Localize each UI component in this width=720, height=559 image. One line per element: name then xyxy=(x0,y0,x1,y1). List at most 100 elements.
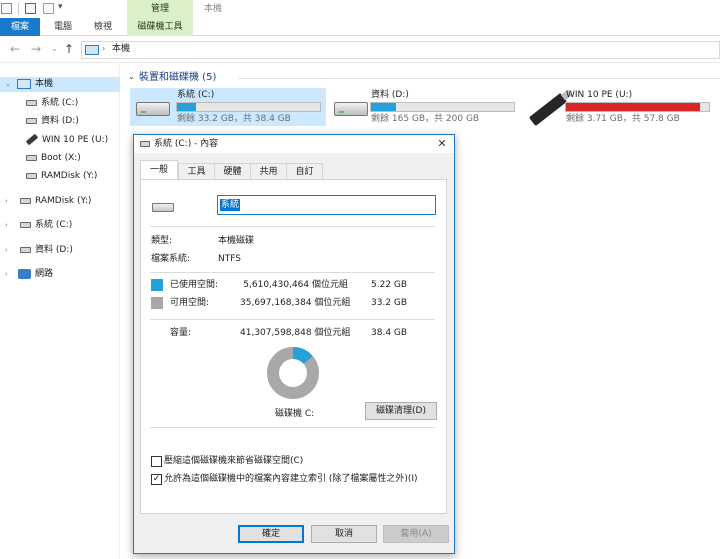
hard-drive-icon xyxy=(334,102,368,116)
free-space-bytes: 35,697,168,384 個位元組 xyxy=(240,298,351,308)
recent-locations-icon[interactable]: ⌄ xyxy=(51,42,58,56)
index-option-label[interactable]: 允許為這個磁碟機中的檔案內容建立索引 (除了檔案屬性之外)(I) xyxy=(164,474,418,485)
hard-drive-icon xyxy=(136,102,170,116)
drive-free-space: 剩餘 3.71 GB，共 57.8 GB xyxy=(566,114,680,124)
used-space-gb: 5.22 GB xyxy=(371,280,408,290)
up-arrow-icon[interactable]: ↑ xyxy=(64,42,74,56)
drive-usage-bar xyxy=(565,102,710,112)
new-folder-icon[interactable] xyxy=(43,3,54,14)
drive-label-input[interactable] xyxy=(217,195,436,215)
divider xyxy=(150,319,435,320)
address-bar[interactable] xyxy=(81,41,720,59)
free-space-gb: 33.2 GB xyxy=(371,298,408,308)
close-icon[interactable]: ✕ xyxy=(431,136,453,152)
quick-access-toolbar xyxy=(0,0,720,18)
drive-tile-win10pe-u[interactable]: WIN 10 PE (U:) 剩餘 3.71 GB，共 57.8 GB xyxy=(524,88,714,127)
chevron-right-icon[interactable]: › xyxy=(5,218,8,233)
nav-item-win10pe-u[interactable]: WIN 10 PE (U:) xyxy=(25,133,109,148)
properties-icon[interactable] xyxy=(25,3,36,14)
drive-icon xyxy=(20,246,31,253)
tab-hardware[interactable]: 硬體 xyxy=(214,163,251,179)
compress-option-label[interactable]: 壓縮這個磁碟機來節省磁碟空間(C) xyxy=(164,456,303,467)
drive-letter-label: 磁碟機 C: xyxy=(275,409,315,419)
nav-item-label: 網路 xyxy=(35,269,54,279)
usb-drive-icon xyxy=(25,133,39,146)
nav-item-label: 系統 (C:) xyxy=(35,220,73,230)
drive-name: 資料 (D:) xyxy=(371,90,409,100)
window-icon[interactable] xyxy=(1,3,12,14)
ok-button[interactable]: 確定 xyxy=(238,525,304,543)
drive-icon xyxy=(26,172,37,179)
nav-item-ramdisk-y-root[interactable]: › RAMDisk (Y:) xyxy=(0,194,120,209)
apply-button[interactable]: 套用(A) xyxy=(383,525,449,543)
breadcrumb-this-pc[interactable]: 本機 xyxy=(112,43,130,55)
drive-name: WIN 10 PE (U:) xyxy=(566,90,633,100)
computer-icon xyxy=(17,78,31,89)
type-value: 本機磁碟 xyxy=(218,236,255,246)
chevron-right-icon[interactable]: › xyxy=(5,243,8,258)
used-space-swatch xyxy=(151,279,163,291)
nav-item-network[interactable]: › 網路 xyxy=(0,267,120,282)
drive-label-selected-text[interactable]: 系統 xyxy=(220,199,241,211)
compress-checkbox[interactable] xyxy=(151,456,162,467)
chevron-right-icon[interactable]: › xyxy=(5,194,8,209)
drive-tile-system-c[interactable]: 系統 (C:) 剩餘 33.2 GB，共 38.4 GB xyxy=(130,88,326,126)
filesystem-label: 檔案系統: xyxy=(151,254,191,264)
used-space-bytes: 5,610,430,464 個位元組 xyxy=(243,280,348,290)
capacity-label: 容量: xyxy=(170,328,192,338)
nav-item-label: 資料 (D:) xyxy=(41,116,79,126)
nav-item-label: RAMDisk (Y:) xyxy=(35,196,92,206)
drive-icon xyxy=(140,141,150,147)
drive-name: 系統 (C:) xyxy=(177,90,215,100)
drive-free-space: 剩餘 165 GB，共 200 GB xyxy=(371,114,480,124)
tab-drive-tools[interactable]: 磁碟機工具 xyxy=(127,18,193,36)
disk-cleanup-button[interactable]: 磁碟清理(D) xyxy=(365,402,437,420)
tab-view[interactable]: 檢視 xyxy=(86,18,120,36)
tab-general[interactable]: 一般 xyxy=(140,160,178,179)
free-space-swatch xyxy=(151,297,163,309)
chevron-down-icon[interactable]: ⌄ xyxy=(5,77,11,92)
nav-item-this-pc[interactable]: ⌄ 本機 xyxy=(0,77,120,92)
back-arrow-icon[interactable]: ← xyxy=(10,42,20,56)
tab-sharing[interactable]: 共用 xyxy=(250,163,287,179)
breadcrumb-chevron-icon[interactable]: › xyxy=(102,43,105,55)
forward-arrow-icon[interactable]: → xyxy=(31,42,41,56)
type-label: 類型: xyxy=(151,236,173,246)
tab-tools[interactable]: 工具 xyxy=(178,163,215,179)
context-tab-group: 管理 xyxy=(127,0,193,18)
disk-usage-donut xyxy=(267,347,319,399)
capacity-gb: 38.4 GB xyxy=(371,328,408,338)
group-header-devices[interactable]: 裝置和磁碟機 (5) xyxy=(139,71,216,84)
filesystem-value: NTFS xyxy=(218,254,241,264)
drive-usage-bar xyxy=(176,102,321,112)
nav-item-data-d[interactable]: 資料 (D:) xyxy=(26,114,79,129)
tab-computer[interactable]: 電腦 xyxy=(46,18,80,36)
window-title: 本機 xyxy=(204,4,223,14)
nav-item-label: WIN 10 PE (U:) xyxy=(42,135,109,145)
drive-usage-fill xyxy=(177,103,197,111)
drive-icon xyxy=(26,99,37,106)
chevron-right-icon[interactable]: › xyxy=(5,267,8,282)
tab-file[interactable]: 檔案 xyxy=(0,18,40,36)
nav-item-system-c-root[interactable]: › 系統 (C:) xyxy=(0,218,120,233)
capacity-bytes: 41,307,598,848 個位元組 xyxy=(240,328,351,338)
group-collapse-icon[interactable]: ⌄ xyxy=(128,72,135,81)
nav-item-label: Boot (X:) xyxy=(41,153,81,163)
divider xyxy=(150,427,435,428)
drive-tile-data-d[interactable]: 資料 (D:) 剩餘 165 GB，共 200 GB xyxy=(330,88,520,126)
index-checkbox[interactable]: ✓ xyxy=(151,474,162,485)
nav-item-data-d-root[interactable]: › 資料 (D:) xyxy=(0,243,120,258)
toolbar-divider xyxy=(18,3,19,15)
nav-item-label: 本機 xyxy=(35,79,54,89)
drive-icon xyxy=(26,117,37,124)
drive-icon xyxy=(20,197,31,204)
usb-drive-icon xyxy=(528,92,568,127)
divider xyxy=(150,226,435,227)
nav-item-system-c[interactable]: 系統 (C:) xyxy=(26,96,78,111)
group-divider xyxy=(238,78,720,79)
cancel-button[interactable]: 取消 xyxy=(311,525,377,543)
customize-toolbar-icon[interactable]: ▾ xyxy=(58,2,63,12)
nav-item-boot-x[interactable]: Boot (X:) xyxy=(26,151,81,166)
nav-item-ramdisk-y[interactable]: RAMDisk (Y:) xyxy=(26,169,97,184)
tab-customize[interactable]: 自訂 xyxy=(286,163,323,179)
